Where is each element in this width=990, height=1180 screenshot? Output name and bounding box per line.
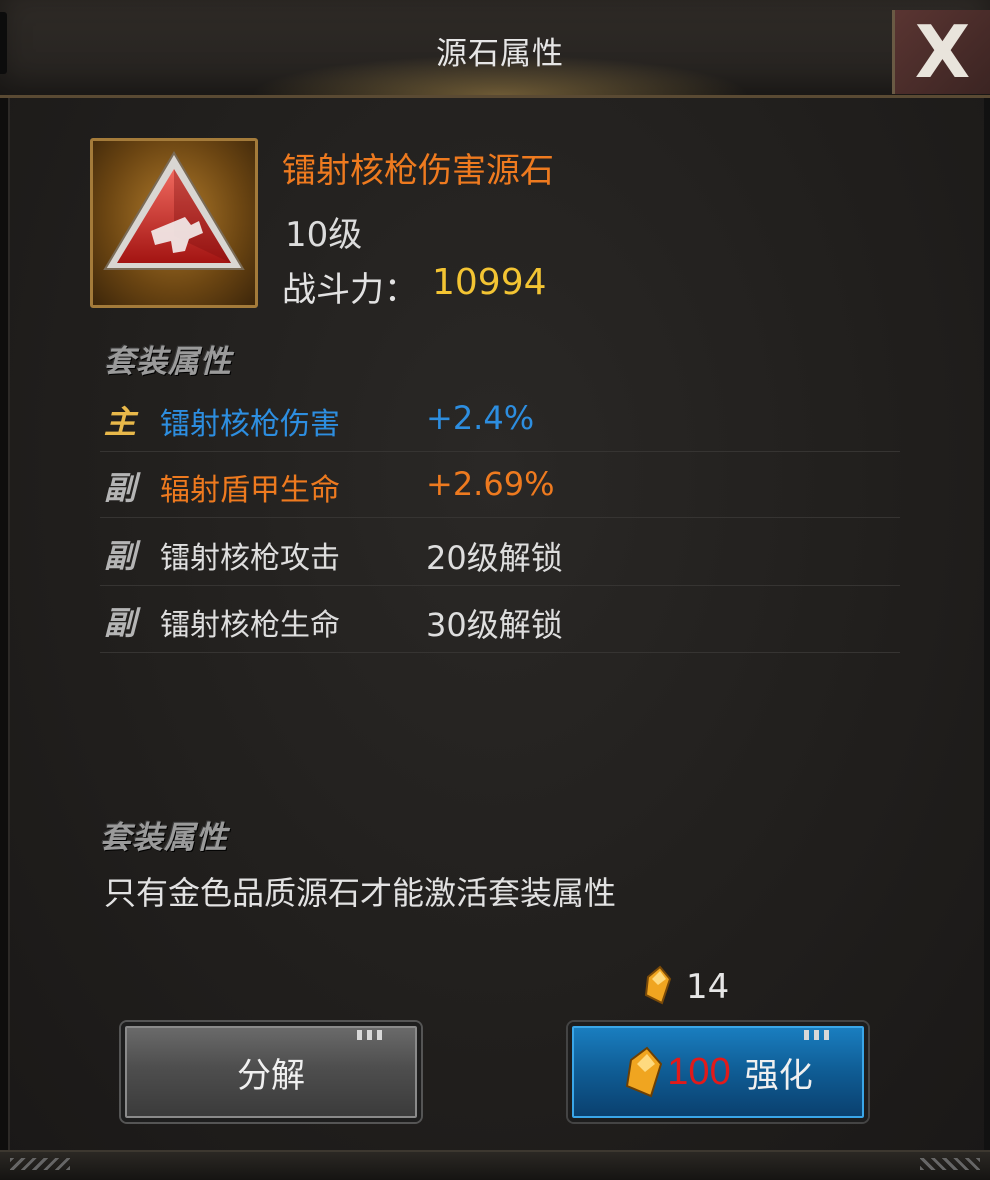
bottom-left-ornament <box>10 1158 70 1170</box>
sub-tag: 副 <box>104 537 137 575</box>
attribute-name: 镭射核枪攻击 <box>160 541 340 576</box>
bottom-right-ornament <box>920 1158 980 1170</box>
title-bar: 源石属性 X <box>0 0 990 98</box>
dialog-title: 源石属性 <box>436 36 564 72</box>
frame-right-edge <box>984 95 990 1155</box>
bottom-frame <box>0 1150 990 1180</box>
button-corner-marks <box>357 1030 387 1040</box>
power-value: 10994 <box>432 262 547 303</box>
attributes-section-title: 套装属性 <box>104 344 232 380</box>
attribute-name: 辐射盾甲生命 <box>160 473 340 508</box>
item-icon-frame <box>90 138 258 308</box>
item-level: 10级 <box>285 215 363 255</box>
owned-currency-count: 14 <box>686 967 730 1007</box>
attribute-name: 镭射核枪生命 <box>160 608 340 643</box>
enhance-button[interactable]: 100 强化 <box>568 1022 868 1122</box>
red-triangle-gun-stone-icon <box>103 151 245 270</box>
gold-gem-icon <box>626 1046 663 1098</box>
main-tag: 主 <box>104 403 137 441</box>
close-icon: X <box>914 10 971 94</box>
enhance-button-label: 强化 <box>744 1055 813 1096</box>
attribute-unlock-requirement: 30级解锁 <box>426 606 563 644</box>
attribute-unlock-requirement: 20级解锁 <box>426 539 563 577</box>
attribute-row-sub-1: 副 辐射盾甲生命 +2.69% <box>100 451 900 518</box>
set-bonus-description: 只有金色品质源石才能激活套装属性 <box>104 874 617 912</box>
sub-tag: 副 <box>104 604 137 642</box>
enhance-cost: 100 <box>667 1050 731 1093</box>
attribute-value: +2.4% <box>426 399 535 437</box>
set-bonus-section-title: 套装属性 <box>100 820 228 856</box>
button-corner-marks <box>804 1030 834 1040</box>
attribute-row-sub-3: 副 镭射核枪生命 30级解锁 <box>100 586 900 653</box>
attribute-name: 镭射核枪伤害 <box>160 407 340 442</box>
item-name: 镭射核枪伤害源石 <box>282 151 554 191</box>
decompose-button-label: 分解 <box>237 1055 305 1096</box>
gold-gem-icon <box>644 965 672 1005</box>
attribute-row-main: 主 镭射核枪伤害 +2.4% <box>100 385 900 452</box>
attribute-value: +2.69% <box>426 465 555 503</box>
frame-left-edge <box>0 95 10 1155</box>
decompose-button[interactable]: 分解 <box>121 1022 421 1122</box>
sub-tag: 副 <box>104 469 137 507</box>
power-label: 战斗力： <box>282 270 418 310</box>
close-button[interactable]: X <box>892 10 990 94</box>
attribute-row-sub-2: 副 镭射核枪攻击 20级解锁 <box>100 519 900 586</box>
